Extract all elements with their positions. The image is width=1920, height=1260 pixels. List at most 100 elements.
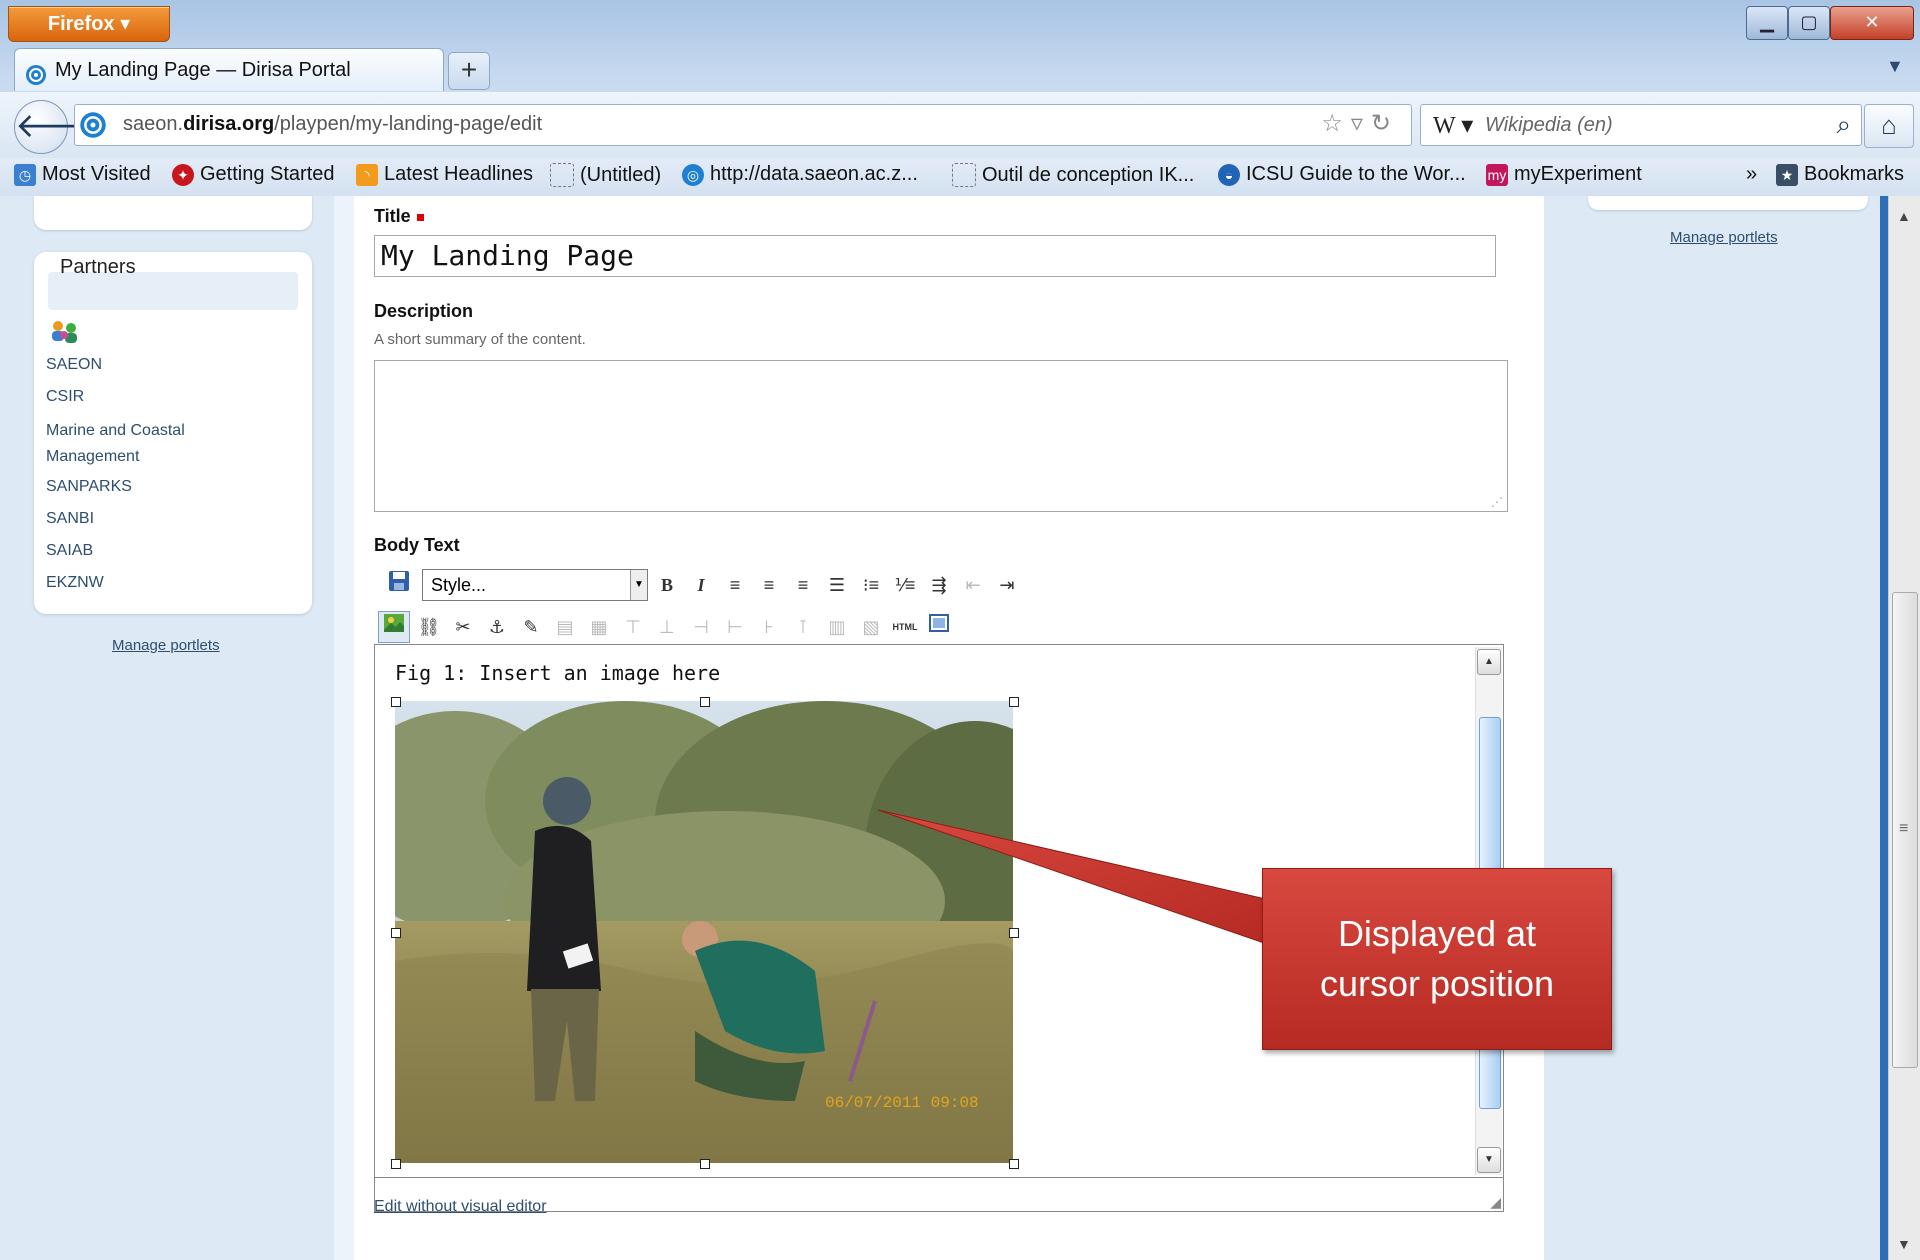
bookmark-myexperiment[interactable]: my myExperiment [1486, 163, 1642, 186]
firefox-menu-button[interactable]: Firefox ▾ [8, 6, 170, 42]
resize-handle[interactable] [391, 697, 401, 707]
resize-handle[interactable] [1009, 928, 1019, 938]
partner-link[interactable]: EKZNW [46, 570, 276, 596]
bullet-list-icon[interactable]: ⁝≡ [856, 570, 886, 600]
resize-handle[interactable] [391, 1159, 401, 1169]
partners-icon [48, 318, 82, 353]
partner-link[interactable]: SANBI [46, 506, 276, 532]
split-cells-icon[interactable]: ▧ [856, 612, 886, 642]
callout-box: Displayed at cursor position [1262, 868, 1612, 1050]
tab-my-landing-page[interactable]: My Landing Page — Dirisa Portal [14, 48, 444, 91]
definition-list-icon[interactable]: ⇶ [924, 570, 954, 600]
resize-handle[interactable] [700, 1159, 710, 1169]
scroll-grip-icon: ≡ [1899, 820, 1909, 837]
link-icon[interactable]: ⛓ [414, 612, 444, 642]
insert-image-icon[interactable] [378, 611, 410, 643]
home-icon[interactable]: ⌂ [1864, 104, 1914, 148]
body-text-label: Body Text [374, 535, 460, 555]
bookmark-outil-de-conception[interactable]: Outil de conception IK... [952, 163, 1194, 187]
bookmark-star-icon[interactable]: ☆▿↻ [1321, 109, 1399, 138]
scroll-up-icon[interactable]: ▲ [1477, 649, 1501, 675]
description-textarea[interactable]: ⋰ [374, 360, 1508, 512]
align-center-icon[interactable]: ≡ [754, 570, 784, 600]
partner-link[interactable]: SANPARKS [46, 474, 276, 500]
site-identity-icon[interactable] [79, 111, 107, 144]
url-bar[interactable]: saeon.dirisa.org/playpen/my-landing-page… [74, 104, 1412, 146]
dirisa-icon: ◎ [682, 163, 704, 186]
style-select[interactable]: Style... ▼ [422, 569, 648, 601]
description-label: Description [374, 301, 474, 321]
chevron-down-icon[interactable]: ▼ [630, 570, 647, 600]
back-button[interactable]: 🡐 [14, 100, 106, 154]
outdent-icon[interactable]: ⇤ [958, 570, 988, 600]
delete-col-icon[interactable]: ⊺ [788, 612, 818, 642]
partner-link[interactable]: SAIAB [46, 538, 276, 564]
merge-cells-icon[interactable]: ▥ [822, 612, 852, 642]
new-tab-button[interactable]: + [448, 52, 490, 90]
numbered-list-icon[interactable]: ⅟≡ [890, 570, 920, 600]
insert-row-before-icon[interactable]: ⊤ [618, 612, 648, 642]
partner-link[interactable]: CSIR [46, 384, 276, 410]
page-icon [550, 163, 574, 187]
table-properties-icon[interactable]: ▦ [584, 612, 614, 642]
bookmark-latest-headlines[interactable]: ◝ Latest Headlines [356, 163, 533, 186]
partner-link[interactable]: SAEON [46, 352, 276, 378]
search-engine-selector[interactable]: W ▾ [1433, 111, 1473, 140]
resize-grip-icon[interactable]: ⋰ [1491, 495, 1503, 509]
editor-resize-grip-icon[interactable]: ◢ [1490, 1194, 1501, 1211]
bookmark-most-visited[interactable]: ◷ Most Visited [14, 163, 151, 186]
resize-handle[interactable] [1009, 697, 1019, 707]
search-input[interactable]: Wikipedia (en) [1485, 114, 1613, 137]
resize-handle[interactable] [391, 928, 401, 938]
insert-col-before-icon[interactable]: ⊢ [720, 612, 750, 642]
fullscreen-icon[interactable] [924, 612, 954, 642]
insert-col-after-icon[interactable]: ⊦ [754, 612, 784, 642]
maximize-button[interactable]: ▢ [1788, 6, 1830, 40]
unlink-icon[interactable]: ✂ [448, 612, 478, 642]
editor-toolbar-bottom: ⛓ ✂ ⚓ ✎ ▤ ▦ ⊤ ⊥ ⊣ ⊢ ⊦ ⊺ ▥ ▧ HTML [378, 610, 954, 644]
minimize-button[interactable]: ▁ [1746, 6, 1788, 40]
italic-icon[interactable]: I [686, 570, 716, 600]
scroll-up-icon[interactable]: ▲ [1897, 208, 1911, 224]
close-window-button[interactable]: ✕ [1830, 6, 1914, 40]
title-input[interactable]: My Landing Page [374, 235, 1496, 277]
right-edge-bar [1880, 196, 1888, 1260]
bookmark-getting-started[interactable]: ✦ Getting Started [172, 163, 335, 186]
align-right-icon[interactable]: ≡ [788, 570, 818, 600]
insert-row-after-icon[interactable]: ⊥ [652, 612, 682, 642]
page-scrollbar[interactable]: ▲ ≡ ▼ [1888, 196, 1920, 1260]
justify-icon[interactable]: ☰ [822, 570, 852, 600]
bookmark-untitled[interactable]: (Untitled) [550, 163, 661, 187]
indent-icon[interactable]: ⇥ [992, 570, 1022, 600]
html-icon[interactable]: HTML [890, 612, 920, 642]
scroll-down-icon[interactable]: ▼ [1477, 1147, 1501, 1173]
delete-row-icon[interactable]: ⊣ [686, 612, 716, 642]
resize-handle[interactable] [700, 697, 710, 707]
inserted-photo[interactable]: 06/07/2011 09:08 [395, 701, 1013, 1163]
bookmarks-overflow-button[interactable]: » [1746, 163, 1757, 186]
search-icon[interactable]: ⌕ [1836, 109, 1851, 141]
callout-line-1: Displayed at [1337, 913, 1537, 954]
bold-icon[interactable]: B [652, 570, 682, 600]
search-bar[interactable]: W ▾ Wikipedia (en) ⌕ [1420, 104, 1862, 146]
scroll-down-icon[interactable]: ▼ [1897, 1236, 1911, 1252]
rss-icon: ◝ [356, 163, 378, 186]
manage-portlets-left-link[interactable]: Manage portlets [112, 637, 220, 654]
tab-list-icon[interactable]: ▼ [1886, 56, 1904, 77]
align-left-icon[interactable]: ≡ [720, 570, 750, 600]
edit-source-icon[interactable]: ✎ [516, 612, 546, 642]
manage-portlets-right-link[interactable]: Manage portlets [1670, 229, 1778, 246]
url-text[interactable]: saeon.dirisa.org/playpen/my-landing-page… [123, 113, 542, 136]
resize-handle[interactable] [1009, 1159, 1019, 1169]
bookmarks-menu-button[interactable]: ★ Bookmarks [1776, 163, 1904, 186]
firefox-icon: ✦ [172, 163, 194, 186]
anchor-icon[interactable]: ⚓ [482, 612, 512, 642]
bookmarks-toolbar: ◷ Most Visited ✦ Getting Started ◝ Latest H… [0, 158, 1920, 196]
edit-without-visual-editor-link[interactable]: Edit without visual editor [374, 1198, 547, 1216]
bookmark-icsu-guide[interactable]: ◒ ICSU Guide to the Wor... [1218, 163, 1466, 186]
save-icon[interactable] [384, 570, 414, 600]
partner-link[interactable]: Marine and Coastal Management [46, 418, 226, 470]
table-icon[interactable]: ▤ [550, 612, 580, 642]
bookmark-data-saeon[interactable]: ◎ http://data.saeon.ac.z... [682, 163, 918, 186]
myexperiment-icon: my [1486, 163, 1508, 186]
